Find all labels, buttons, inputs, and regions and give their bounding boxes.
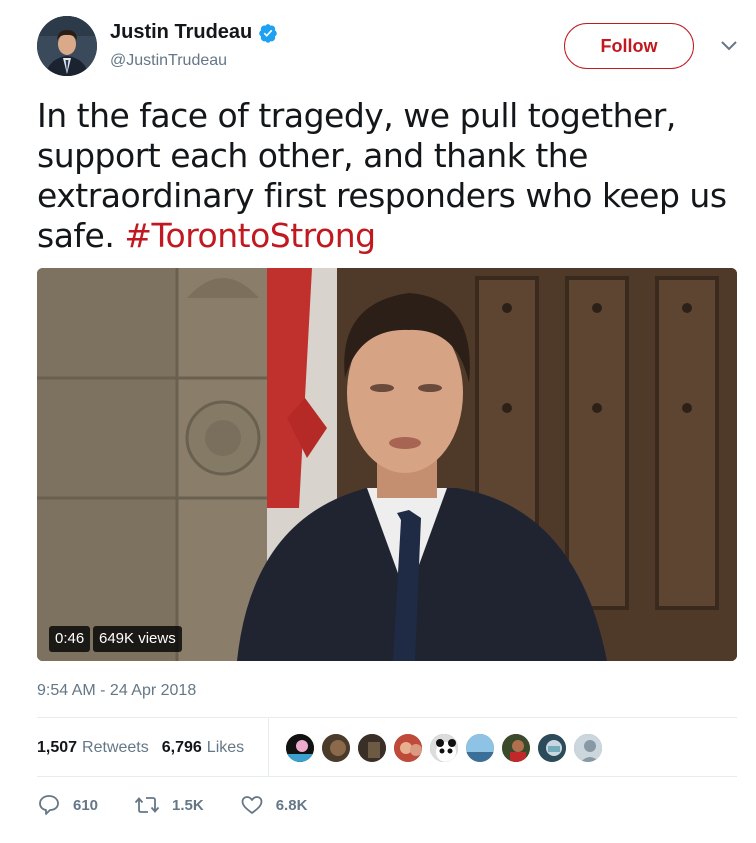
author-name[interactable]: Justin Trudeau xyxy=(110,21,278,44)
liker-avatar[interactable] xyxy=(356,732,388,764)
tweet-text: In the face of tragedy, we pull together… xyxy=(37,96,727,256)
liker-avatar[interactable] xyxy=(572,732,604,764)
liker-avatar[interactable] xyxy=(320,732,352,764)
retweet-count: 1,507 xyxy=(37,739,78,756)
reply-button[interactable]: 610 xyxy=(37,793,98,817)
verified-badge-icon xyxy=(259,23,277,43)
follow-button[interactable]: Follow xyxy=(564,23,694,69)
liker-avatar[interactable] xyxy=(392,732,424,764)
liker-avatar[interactable] xyxy=(428,732,460,764)
video-view-count: 649K views xyxy=(93,626,182,652)
hashtag-link[interactable]: #TorontoStrong xyxy=(124,216,376,255)
liker-avatar[interactable] xyxy=(464,732,496,764)
like-count: 6,796 xyxy=(161,739,202,756)
author-name-text[interactable]: Justin Trudeau xyxy=(110,21,252,44)
tweet-timestamp[interactable]: 9:54 AM - 24 Apr 2018 xyxy=(37,682,196,700)
video-thumbnail xyxy=(37,268,737,661)
retweet-button[interactable]: 1.5K xyxy=(134,793,204,817)
divider-top xyxy=(37,717,737,718)
liker-avatar[interactable] xyxy=(536,732,568,764)
liker-avatar[interactable] xyxy=(284,732,316,764)
retweet-label: Retweets xyxy=(82,739,149,756)
like-button[interactable]: 6.8K xyxy=(240,793,308,817)
tweet-actions: 610 1.5K 6.8K xyxy=(37,790,343,820)
retweet-icon xyxy=(134,797,160,813)
video-player[interactable]: 0:46 649K views xyxy=(37,268,737,661)
like-action-count: 6.8K xyxy=(275,796,308,814)
liker-avatar[interactable] xyxy=(500,732,532,764)
video-duration: 0:46 xyxy=(49,626,91,652)
retweet-action-count: 1.5K xyxy=(172,796,204,814)
reply-icon xyxy=(39,795,59,815)
stats-separator xyxy=(268,718,269,776)
chevron-down-icon[interactable] xyxy=(719,38,739,54)
like-stat[interactable]: 6,796 Likes xyxy=(162,739,244,757)
author-handle[interactable]: @JustinTrudeau xyxy=(110,52,227,70)
tweet-stats: 1,507 Retweets 6,796 Likes xyxy=(37,728,244,768)
likers-avatars xyxy=(284,732,608,764)
heart-icon xyxy=(241,796,263,814)
tweet-header: Justin Trudeau @JustinTrudeau Follow xyxy=(37,16,743,80)
author-avatar[interactable] xyxy=(37,16,97,76)
retweet-stat[interactable]: 1,507 Retweets xyxy=(37,739,149,757)
like-label: Likes xyxy=(206,739,245,756)
reply-count: 610 xyxy=(73,796,99,814)
divider-bottom xyxy=(37,776,737,777)
